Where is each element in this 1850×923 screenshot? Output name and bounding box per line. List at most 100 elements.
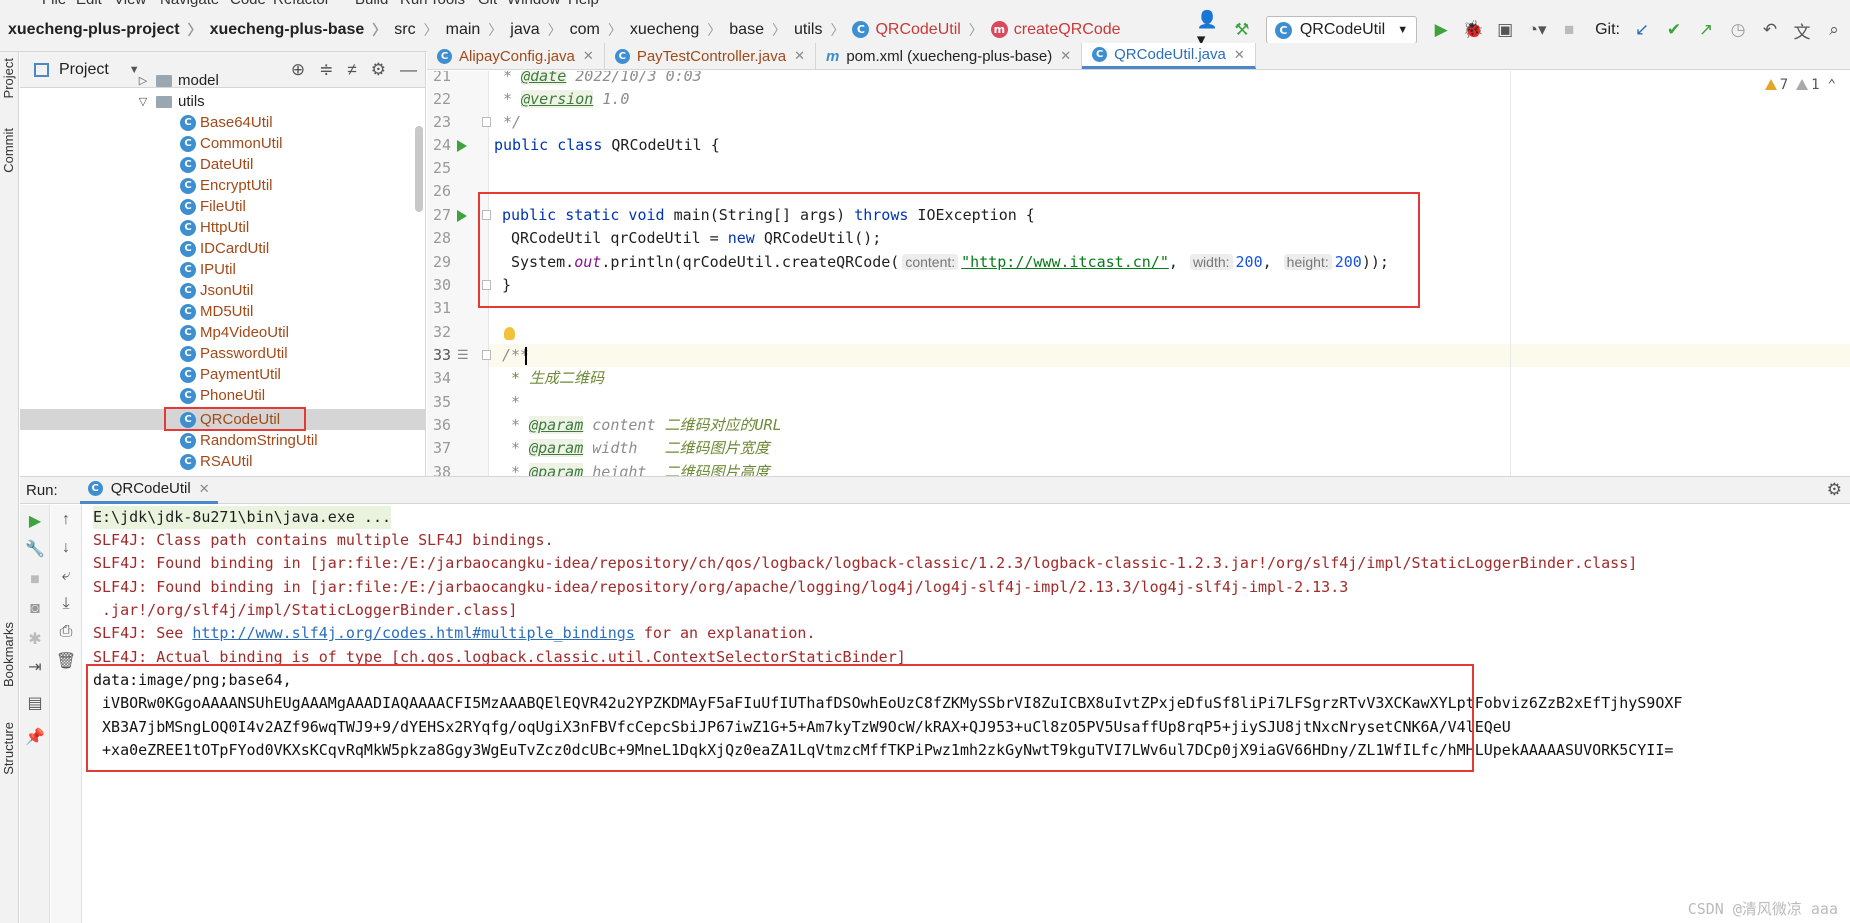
translate-icon[interactable]: 文 bbox=[1789, 17, 1815, 43]
layout-icon[interactable]: ▤ bbox=[20, 693, 50, 713]
stop-icon[interactable]: ■ bbox=[1556, 17, 1582, 43]
minimize-icon[interactable]: — bbox=[400, 60, 417, 80]
run-icon[interactable]: ▶ bbox=[1428, 17, 1454, 43]
login-icon[interactable]: ⇥ bbox=[20, 657, 50, 677]
menu-item-refactor[interactable]: Refactor bbox=[273, 0, 330, 8]
tree-item-class[interactable]: C IDCardUtil bbox=[180, 238, 269, 259]
fold-icon[interactable] bbox=[482, 117, 491, 127]
close-icon[interactable]: ✕ bbox=[199, 481, 210, 497]
tab-paytestcontroller[interactable]: C PayTestController.java ✕ bbox=[605, 43, 816, 69]
menu-item-tools[interactable]: Tools bbox=[430, 0, 465, 8]
menu-item-navigate[interactable]: Navigate bbox=[160, 0, 219, 8]
commit-tool-button[interactable]: Commit bbox=[1, 128, 16, 173]
pin-icon[interactable]: 📌 bbox=[20, 727, 50, 747]
menu-item-window[interactable]: Window bbox=[507, 0, 560, 8]
menu-item-build[interactable]: Build bbox=[355, 0, 388, 8]
breadcrumb-method[interactable]: m createQRCode bbox=[990, 21, 1121, 39]
locate-icon[interactable]: ⊕ bbox=[291, 60, 305, 80]
collapse-all-icon[interactable]: ≠ bbox=[347, 60, 356, 80]
tab-alipayconfig[interactable]: C AlipayConfig.java ✕ bbox=[427, 43, 605, 69]
search-icon[interactable]: ⌕ bbox=[1821, 17, 1847, 43]
tree-item-class[interactable]: C DateUtil bbox=[180, 154, 253, 175]
run-gutter-icon[interactable] bbox=[457, 210, 467, 222]
breadcrumb-xuecheng[interactable]: xuecheng 〉 bbox=[630, 20, 729, 40]
breadcrumb-class[interactable]: C QRCodeUtil 〉 bbox=[852, 20, 990, 40]
tree-item-class[interactable]: C JsonUtil bbox=[180, 280, 253, 301]
user-icon[interactable]: 👤▾ bbox=[1197, 10, 1223, 49]
breadcrumb-utils[interactable]: utils 〉 bbox=[794, 20, 852, 40]
print-icon[interactable]: ⎙ bbox=[51, 623, 81, 641]
tree-item-class[interactable]: C PaymentUtil bbox=[180, 364, 281, 385]
breadcrumb-module[interactable]: xuecheng-plus-base 〉 bbox=[210, 20, 395, 40]
wrench-icon[interactable]: 🔧 bbox=[20, 539, 50, 559]
git-update-icon[interactable]: ↙ bbox=[1629, 17, 1655, 43]
git-push-icon[interactable]: ↗ bbox=[1693, 17, 1719, 43]
stop-icon[interactable]: ■ bbox=[20, 571, 50, 589]
code-editor[interactable]: 7 1 ⌃ 21 * @date 2022/10/3 0:03 22 * @ve… bbox=[427, 71, 1850, 476]
tree-item-class[interactable]: C PhoneUtil bbox=[180, 385, 265, 406]
menu-item-run[interactable]: Run bbox=[400, 0, 428, 8]
run-config-select[interactable]: C QRCodeUtil ▼ bbox=[1265, 16, 1418, 44]
tree-item-class[interactable]: C CommonUtil bbox=[180, 133, 283, 154]
doc-render-icon[interactable]: ☰ bbox=[457, 348, 469, 363]
breadcrumb-main[interactable]: main 〉 bbox=[446, 20, 511, 40]
run-gutter-icon[interactable] bbox=[457, 140, 467, 152]
close-icon[interactable]: ✕ bbox=[794, 48, 805, 64]
tree-item-class[interactable]: C HttpUtil bbox=[180, 217, 249, 238]
tree-item-class[interactable]: C FileUtil bbox=[180, 196, 246, 217]
tab-qrcodeutil[interactable]: C QRCodeUtil.java ✕ bbox=[1082, 43, 1256, 69]
breadcrumb-base[interactable]: base 〉 bbox=[729, 20, 794, 40]
bookmarks-tool-button[interactable]: Bookmarks bbox=[1, 622, 16, 687]
chevron-right-icon[interactable]: ▷ bbox=[136, 74, 150, 87]
trash-icon[interactable]: 🗑 bbox=[51, 651, 81, 671]
scrollbar[interactable] bbox=[415, 126, 423, 212]
menu-item-help[interactable]: Help bbox=[568, 0, 599, 8]
coverage-icon[interactable]: ▣ bbox=[1492, 17, 1518, 43]
tree-item-class[interactable]: C EncryptUtil bbox=[180, 175, 273, 196]
rerun-icon[interactable]: ▶ bbox=[20, 511, 50, 531]
history-icon[interactable]: ◷ bbox=[1725, 17, 1751, 43]
console-output[interactable]: E:\jdk\jdk-8u271\bin\java.exe ... SLF4J:… bbox=[83, 505, 1850, 923]
tree-item-class[interactable]: C MD5Util bbox=[180, 301, 253, 322]
lightbulb-icon[interactable] bbox=[504, 327, 515, 340]
debug-icon[interactable]: 🐞 bbox=[1460, 17, 1486, 43]
chevron-down-icon[interactable]: ▽ bbox=[136, 95, 150, 108]
debug-icon[interactable]: ✱ bbox=[20, 629, 50, 649]
gear-icon[interactable]: ⚙ bbox=[371, 60, 386, 80]
soft-wrap-icon[interactable]: ⤶ bbox=[51, 567, 81, 585]
structure-tool-button[interactable]: Structure bbox=[1, 722, 16, 775]
menu-item-file[interactable]: File bbox=[42, 0, 66, 8]
breadcrumb-project[interactable]: xuecheng-plus-project 〉 bbox=[8, 20, 210, 40]
menu-item-view[interactable]: View bbox=[114, 0, 146, 8]
tree-item-class[interactable]: C RSAUtil bbox=[180, 451, 253, 472]
menu-item-code[interactable]: Code bbox=[230, 0, 266, 8]
tree-item-class[interactable]: C RandomStringUtil bbox=[180, 430, 318, 451]
menu-item-edit[interactable]: Edit bbox=[76, 0, 102, 8]
expand-all-icon[interactable]: ≑ bbox=[319, 60, 333, 80]
tree-item-model[interactable]: ▷ model bbox=[136, 70, 219, 91]
close-icon[interactable]: ✕ bbox=[583, 48, 594, 64]
console-link[interactable]: http://www.slf4j.org/codes.html#multiple… bbox=[192, 624, 635, 642]
tree-item-class[interactable]: C Mp4VideoUtil bbox=[180, 322, 289, 343]
tree-item-class[interactable]: C Base64Util bbox=[180, 112, 273, 133]
git-commit-icon[interactable]: ✔ bbox=[1661, 17, 1687, 43]
run-tab[interactable]: C QRCodeUtil ✕ bbox=[79, 477, 218, 504]
tree-item-class[interactable]: C IPUtil bbox=[180, 259, 236, 280]
hammer-icon[interactable]: ⚒ bbox=[1229, 17, 1255, 43]
close-icon[interactable]: ✕ bbox=[1060, 48, 1071, 64]
menu-item-git[interactable]: Git bbox=[478, 0, 497, 8]
tree-item-class[interactable]: C PasswordUtil bbox=[180, 343, 288, 364]
project-tool-button[interactable]: Project bbox=[1, 58, 16, 98]
project-panel-title[interactable]: Project bbox=[59, 61, 109, 79]
fold-icon[interactable] bbox=[482, 350, 491, 360]
scroll-to-end-icon[interactable]: ⤓ bbox=[51, 595, 81, 613]
rollback-icon[interactable]: ↶ bbox=[1757, 17, 1783, 43]
profile-icon[interactable]: ◔▾ bbox=[1524, 17, 1550, 43]
breadcrumb-java[interactable]: java 〉 bbox=[510, 20, 569, 40]
close-icon[interactable]: ✕ bbox=[1234, 47, 1245, 63]
breadcrumb-src[interactable]: src 〉 bbox=[394, 20, 445, 40]
arrow-up-icon[interactable]: ↑ bbox=[51, 511, 81, 529]
tree-item-utils[interactable]: ▽ utils bbox=[136, 91, 205, 112]
gear-icon[interactable]: ⚙ bbox=[1827, 480, 1842, 500]
breadcrumb-com[interactable]: com 〉 bbox=[570, 20, 630, 40]
